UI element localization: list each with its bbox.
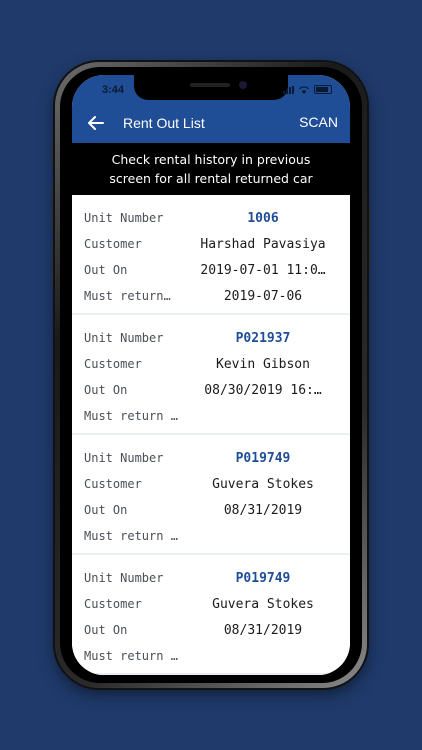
- page-title: Rent Out List: [123, 115, 205, 131]
- customer-value: Kevin Gibson: [216, 356, 310, 372]
- phone-screen: 3:44 Rent Out List SCAN Check rental his…: [72, 75, 350, 675]
- unit-row: Unit Number P019749: [84, 565, 338, 591]
- must-return-row: Must return by: [84, 523, 338, 549]
- rental-card[interactable]: Unit Number P019749 Customer Guvera Stok…: [72, 435, 350, 555]
- customer-label: Customer: [84, 237, 142, 251]
- out-on-row: Out On 2019-07-01 11:0…: [84, 257, 338, 283]
- customer-row: Customer Kevin Gibson: [84, 351, 338, 377]
- customer-label: Customer: [84, 477, 142, 491]
- unit-label: Unit Number: [84, 211, 164, 225]
- battery-icon: [314, 85, 332, 94]
- front-camera: [239, 81, 247, 89]
- banner-line-1: Check rental history in previous: [111, 152, 311, 167]
- out-on-label: Out On: [84, 623, 128, 637]
- unit-row: Unit Number P019749: [84, 445, 338, 471]
- rental-card[interactable]: Unit Number P021937 Customer Kevin Gibso…: [72, 315, 350, 435]
- unit-label: Unit Number: [84, 571, 164, 585]
- customer-label: Customer: [84, 357, 142, 371]
- must-return-label: Must return by: [84, 529, 182, 543]
- must-return-value: 2019-07-06: [223, 288, 303, 304]
- banner-line-2: screen for all rental returned car: [109, 171, 313, 186]
- must-return-label: Must return…: [84, 289, 171, 303]
- unit-row: Unit Number P021937: [84, 325, 338, 351]
- customer-row: Customer Guvera Stokes: [84, 591, 338, 617]
- unit-label: Unit Number: [84, 331, 164, 345]
- out-on-value: 08/30/2019 16:…: [204, 382, 322, 398]
- out-on-label: Out On: [84, 503, 128, 517]
- out-on-label: Out On: [84, 383, 128, 397]
- signal-icon: [283, 85, 294, 94]
- out-on-value: 08/31/2019: [223, 622, 303, 638]
- wifi-icon: [299, 85, 309, 94]
- unit-label: Unit Number: [84, 451, 164, 465]
- customer-value: Guvera Stokes: [212, 596, 314, 612]
- must-return-label: Must return by: [84, 409, 182, 423]
- unit-number-value: P021937: [235, 330, 291, 346]
- out-on-value: 2019-07-01 11:0…: [200, 262, 326, 278]
- customer-row: Customer Guvera Stokes: [84, 471, 338, 497]
- customer-row: Customer Harshad Pavasiya: [84, 231, 338, 257]
- scan-button[interactable]: SCAN: [299, 114, 338, 130]
- status-icons: [283, 85, 332, 94]
- speaker-grille: [190, 83, 230, 87]
- out-on-label: Out On: [84, 263, 128, 277]
- unit-number-value: P019749: [235, 450, 291, 466]
- must-return-row: Must return by: [84, 403, 338, 429]
- status-bar: 3:44: [72, 75, 350, 103]
- status-time: 3:44: [102, 84, 125, 96]
- out-on-row: Out On 08/31/2019: [84, 497, 338, 523]
- must-return-label: Must return by: [84, 649, 182, 663]
- customer-label: Customer: [84, 597, 142, 611]
- customer-value: Guvera Stokes: [212, 476, 314, 492]
- must-return-row: Must return by: [84, 643, 338, 669]
- info-banner: Check rental history in previous screen …: [72, 143, 350, 195]
- notch: [134, 75, 288, 100]
- rental-card[interactable]: Unit Number P019749 Customer Guvera Stok…: [72, 555, 350, 675]
- out-on-value: 08/31/2019: [223, 502, 303, 518]
- out-on-row: Out On 08/30/2019 16:…: [84, 377, 338, 403]
- back-arrow-icon[interactable]: [84, 111, 108, 135]
- must-return-row: Must return… 2019-07-06: [84, 283, 338, 309]
- customer-value: Harshad Pavasiya: [200, 236, 326, 252]
- out-on-row: Out On 08/31/2019: [84, 617, 338, 643]
- unit-number-value: P019749: [235, 570, 291, 586]
- unit-number-value: 1006: [247, 210, 279, 226]
- app-bar: Rent Out List SCAN: [72, 103, 350, 143]
- rental-list: Unit Number 1006 Customer Harshad Pavasi…: [72, 195, 350, 675]
- unit-row: Unit Number 1006: [84, 205, 338, 231]
- rental-card[interactable]: Unit Number 1006 Customer Harshad Pavasi…: [72, 195, 350, 315]
